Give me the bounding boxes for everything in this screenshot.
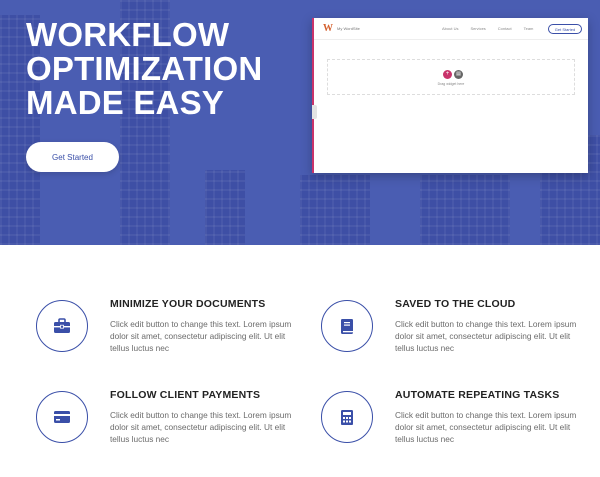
- feature-description: Click edit button to change this text. L…: [110, 319, 292, 354]
- feature-automate-tasks: AUTOMATE REPEATING TASKS Click edit butt…: [321, 389, 586, 461]
- feature-title: SAVED TO THE CLOUD: [395, 298, 516, 310]
- hero-title-line: MADE EASY: [26, 84, 224, 121]
- feature-client-payments: FOLLOW CLIENT PAYMENTS Click edit button…: [36, 389, 301, 461]
- hero-title-line: WORKFLOW: [26, 16, 230, 53]
- add-section-icon[interactable]: +: [443, 70, 452, 79]
- feature-title: AUTOMATE REPEATING TASKS: [395, 389, 560, 401]
- feature-description: Click edit button to change this text. L…: [395, 319, 577, 354]
- building-backdrop: [420, 175, 510, 245]
- widget-drop-zone[interactable]: + ▤ Drag widget here: [327, 59, 575, 95]
- feature-title: FOLLOW CLIENT PAYMENTS: [110, 389, 261, 401]
- preview-nav-link[interactable]: Contact: [498, 26, 512, 31]
- template-library-icon[interactable]: ▤: [454, 70, 463, 79]
- site-preview-window: W My WordSite About Us Services Contact …: [312, 18, 588, 173]
- credit-card-icon: [36, 391, 88, 443]
- preview-logo[interactable]: W: [323, 24, 333, 34]
- feature-minimize-documents: MINIMIZE YOUR DOCUMENTS Click edit butto…: [36, 298, 301, 370]
- panel-toggle-handle[interactable]: [312, 105, 317, 119]
- preview-nav-link[interactable]: About Us: [442, 26, 458, 31]
- preview-navbar: W My WordSite About Us Services Contact …: [314, 18, 588, 40]
- hero-section: WORKFLOW OPTIMIZATION MADE EASY Get Star…: [0, 0, 600, 245]
- building-backdrop: [300, 175, 370, 245]
- preview-brand[interactable]: My WordSite: [337, 26, 360, 31]
- hero-title-line: OPTIMIZATION: [26, 50, 263, 87]
- feature-saved-to-cloud: SAVED TO THE CLOUD Click edit button to …: [321, 298, 586, 370]
- preview-nav-link[interactable]: Team: [524, 26, 534, 31]
- calculator-icon: [321, 391, 373, 443]
- preview-get-started-button[interactable]: Get Started: [548, 24, 582, 34]
- feature-title: MINIMIZE YOUR DOCUMENTS: [110, 298, 266, 310]
- preview-nav-links: About Us Services Contact Team: [442, 26, 533, 31]
- hero-title: WORKFLOW OPTIMIZATION MADE EASY: [26, 18, 306, 120]
- get-started-button[interactable]: Get Started: [26, 142, 119, 172]
- book-icon: [321, 300, 373, 352]
- briefcase-icon: [36, 300, 88, 352]
- drop-zone-hint: Drag widget here: [437, 82, 465, 86]
- feature-description: Click edit button to change this text. L…: [395, 410, 577, 445]
- building-backdrop: [205, 170, 245, 245]
- preview-nav-link[interactable]: Services: [470, 26, 485, 31]
- feature-description: Click edit button to change this text. L…: [110, 410, 292, 445]
